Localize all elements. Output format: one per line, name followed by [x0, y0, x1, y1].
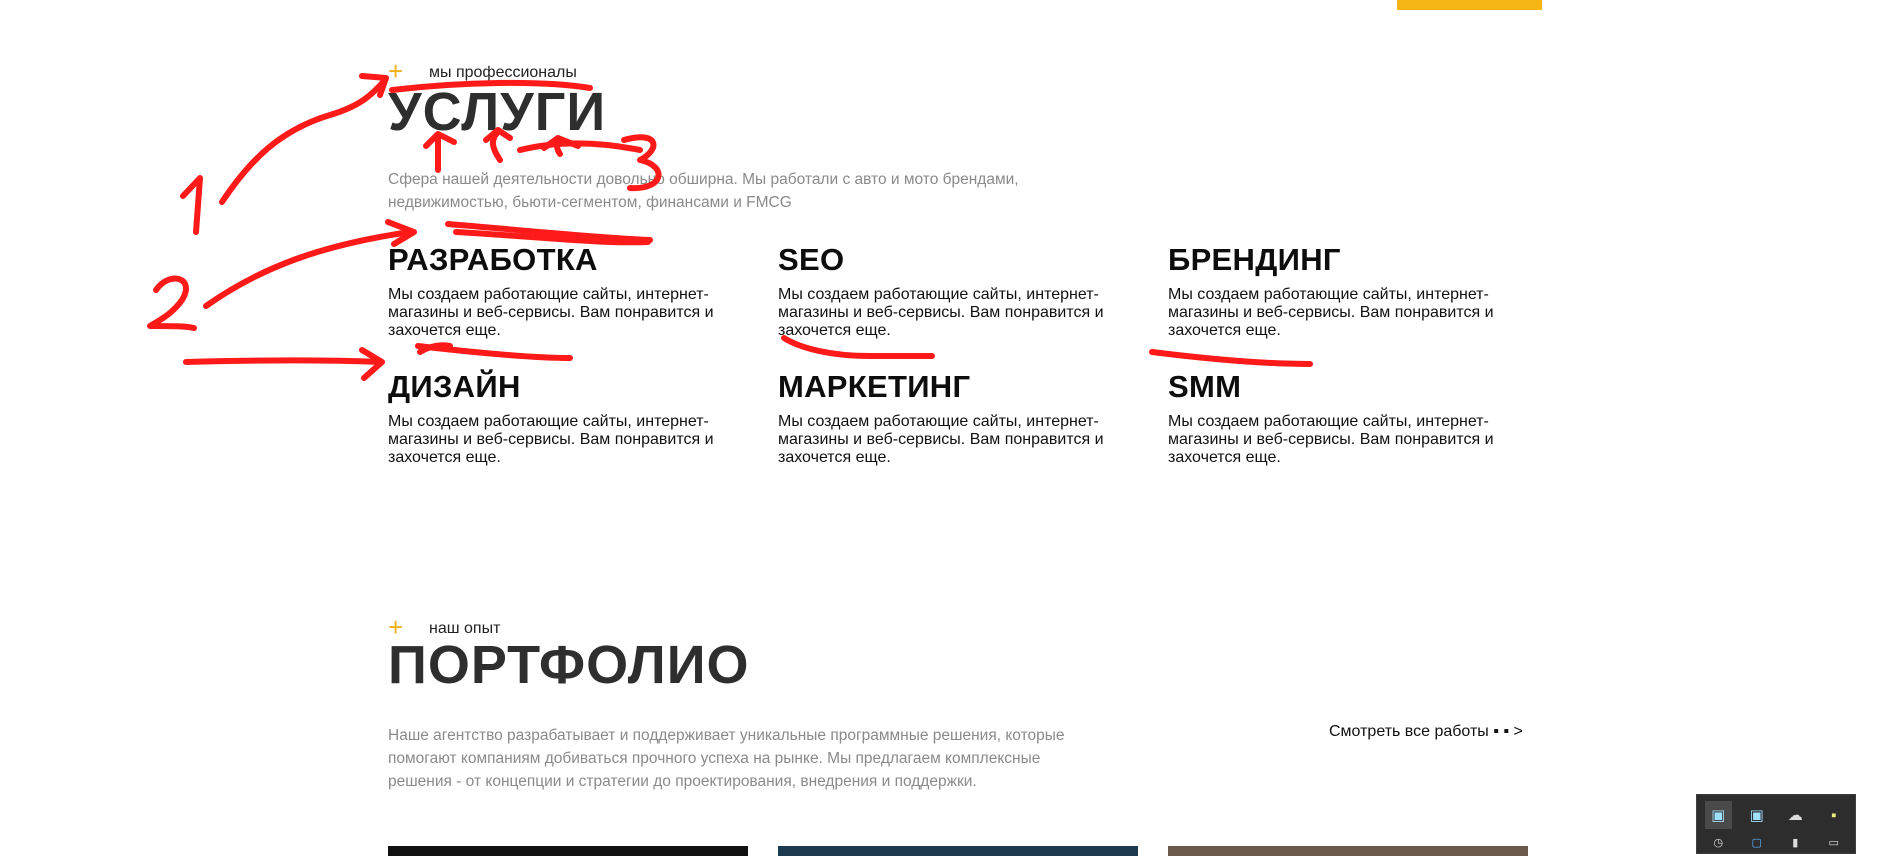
- portfolio-lead: Наше агентство разрабатывает и поддержив…: [388, 724, 1065, 793]
- service-item-design[interactable]: ДИЗАЙН Мы создаем работающие сайты, инте…: [388, 369, 740, 467]
- service-title: РАЗРАБОТКА: [388, 242, 598, 277]
- portfolio-thumbnail[interactable]: [778, 846, 1138, 856]
- services-lead-line: недвижимостью, бьюти-сегментом, финансам…: [388, 194, 792, 211]
- portfolio-thumbnail[interactable]: [1168, 846, 1528, 856]
- service-item-seo[interactable]: SEO Мы создаем работающие сайты, интерне…: [778, 242, 1130, 340]
- portfolio-lead-line: Наше агентство разрабатывает и поддержив…: [388, 727, 1065, 744]
- arrow-1: [219, 77, 388, 205]
- arrow-2: [203, 229, 413, 309]
- arrow-1-head: [359, 73, 389, 98]
- portfolio-thumbnail[interactable]: [388, 846, 748, 856]
- clock-icon[interactable]: ◷: [1705, 835, 1732, 849]
- services-lead: Сфера нашей деятельности довольно обширн…: [388, 168, 1019, 214]
- service-description: Мы создаем работающие сайты, интернет-ма…: [388, 413, 714, 466]
- services-title: УСЛУГИ: [388, 82, 607, 142]
- view-all-works-link[interactable]: Смотреть все работы ▪ ▪ >: [1329, 723, 1523, 741]
- display-icon[interactable]: ▢: [1744, 835, 1771, 849]
- number-2: [147, 275, 197, 331]
- cube-icon[interactable]: ▣: [1744, 801, 1771, 829]
- service-item-development[interactable]: РАЗРАБОТКА Мы создаем работающие сайты, …: [388, 242, 740, 340]
- text-underline: [415, 342, 573, 361]
- service-title: ДИЗАЙН: [388, 369, 521, 404]
- shield-icon[interactable]: ▮: [1782, 835, 1809, 849]
- lead-scribble: [517, 140, 643, 153]
- service-description: Мы создаем работающие сайты, интернет-ма…: [388, 286, 714, 339]
- text-underline: [1149, 349, 1313, 367]
- services-lead-line: Сфера нашей деятельности довольно обширн…: [388, 171, 1019, 188]
- plus-icon: +: [388, 56, 404, 86]
- cube-icon[interactable]: ▣: [1705, 801, 1732, 829]
- service-description: Мы создаем работающие сайты, интернет-ма…: [778, 413, 1104, 466]
- service-title: МАРКЕТИНГ: [778, 369, 971, 404]
- portfolio-lead-line: помогают компаниям добиваться прочного у…: [388, 750, 1041, 767]
- service-title: БРЕНДИНГ: [1168, 242, 1341, 277]
- device-icon[interactable]: ▭: [1821, 835, 1848, 849]
- portfolio-lead-line: решения - от концепции и стратегии до пр…: [388, 773, 977, 790]
- arrow-2-head: [385, 219, 417, 247]
- services-eyebrow: мы профессионалы: [429, 64, 577, 81]
- lead-underline: [445, 221, 653, 243]
- service-item-smm[interactable]: SMM Мы создаем работающие сайты, интерне…: [1168, 369, 1520, 467]
- service-title: SEO: [778, 242, 845, 277]
- service-description: Мы создаем работающие сайты, интернет-ма…: [1168, 286, 1494, 339]
- service-item-branding[interactable]: БРЕНДИНГ Мы создаем работающие сайты, ин…: [1168, 242, 1520, 340]
- top-accent-bar: [1397, 0, 1542, 10]
- service-description: Мы создаем работающие сайты, интернет-ма…: [778, 286, 1104, 339]
- cloud-icon[interactable]: ☁: [1782, 801, 1809, 829]
- service-title: SMM: [1168, 369, 1242, 404]
- note-icon[interactable]: ▪: [1821, 801, 1848, 829]
- number-1: [180, 175, 203, 235]
- service-item-marketing[interactable]: МАРКЕТИНГ Мы создаем работающие сайты, и…: [778, 369, 1130, 467]
- text-underline: [781, 335, 935, 359]
- service-description: Мы создаем работающие сайты, интернет-ма…: [1168, 413, 1494, 466]
- arrow-3: [183, 357, 383, 365]
- lead-underline: [453, 229, 651, 246]
- system-tray-overflow: ▣ ▣ ☁ ▪ ◷ ▢ ▮ ▭: [1696, 794, 1856, 854]
- portfolio-title: ПОРТФОЛИО: [388, 635, 750, 695]
- arrow-3-head: [359, 347, 385, 381]
